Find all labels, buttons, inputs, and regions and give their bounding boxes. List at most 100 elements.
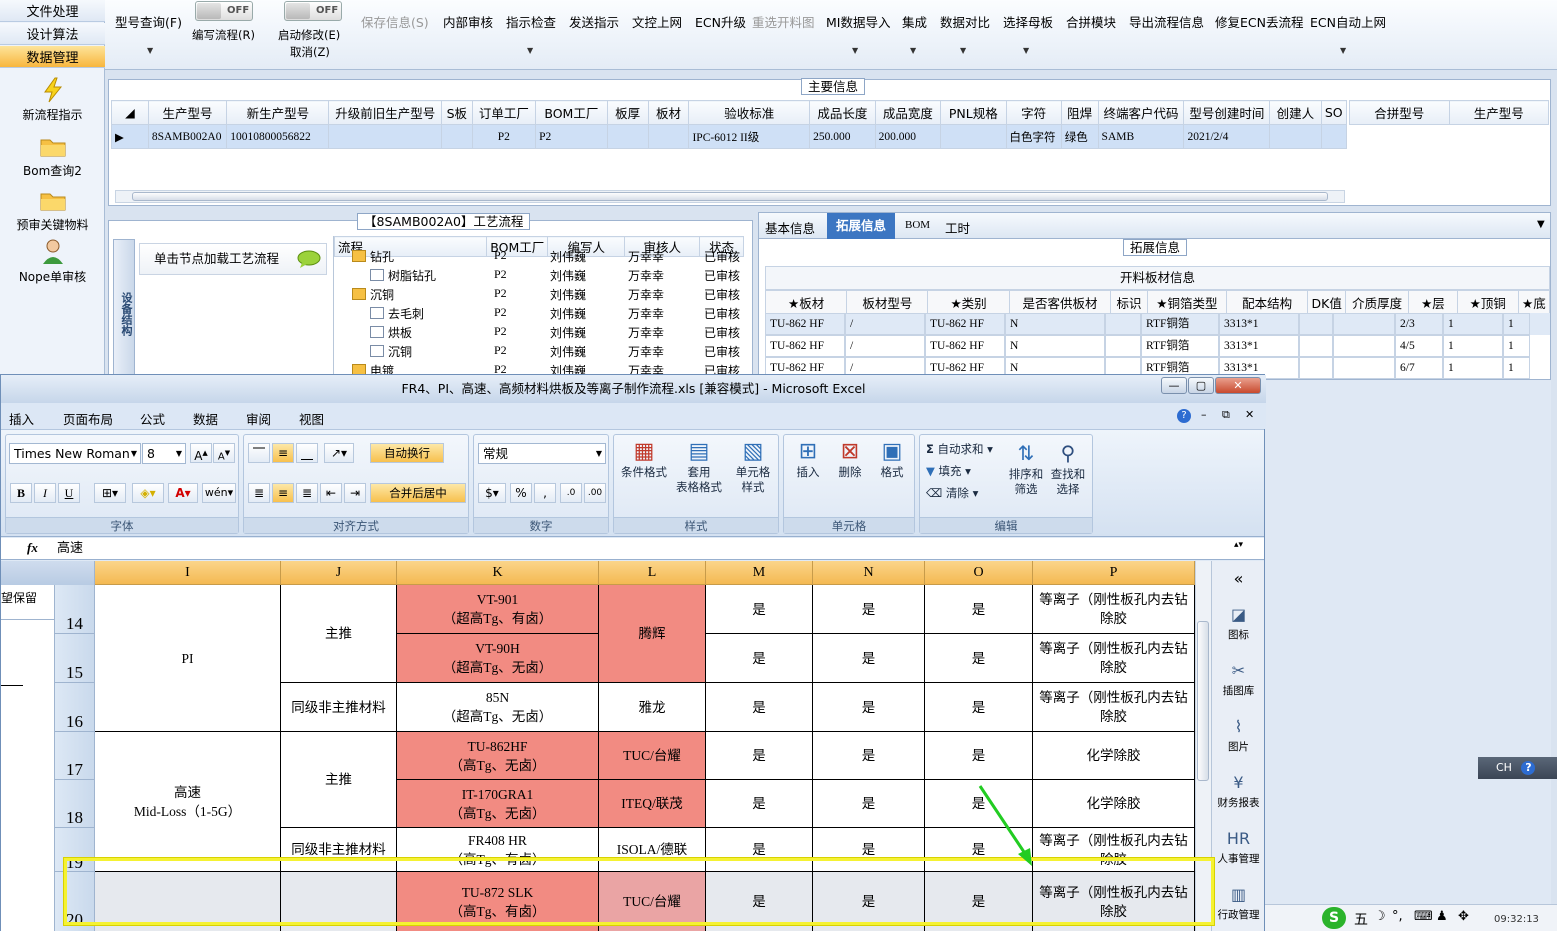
column-header[interactable]: 新生产型号 (226, 100, 330, 125)
table-cell[interactable] (1333, 335, 1395, 357)
table-cell[interactable] (1320, 124, 1347, 149)
column-header[interactable]: ★底 (1517, 290, 1551, 315)
tree-node[interactable]: 树脂钻孔 (370, 267, 436, 284)
column-header[interactable]: ★层 (1408, 290, 1458, 315)
equipment-structure-tab[interactable]: 设备结构 (113, 239, 135, 379)
table-cell[interactable]: TU-862 HF (765, 335, 845, 357)
column-header[interactable]: 型号创建时间 (1183, 100, 1271, 125)
tree-row[interactable]: 去毛刺 P2 刘伟巍 万幸幸 已审核 (334, 303, 744, 322)
keyboard-icon[interactable]: ⌨ (1414, 909, 1433, 924)
sheet-cell[interactable]: 雅龙 (599, 683, 706, 732)
sheet-cell[interactable]: 是 (706, 780, 813, 828)
column-header[interactable]: 标识 (1110, 290, 1148, 315)
sogou-icon[interactable]: S (1322, 907, 1346, 929)
insert-cells-button[interactable]: ⊞ 插入 (788, 439, 828, 480)
column-header[interactable]: N (813, 561, 925, 585)
nav-tab-design[interactable]: 设计算法 (0, 23, 105, 45)
expand-formula-icon[interactable]: ▴▾ (1234, 540, 1243, 550)
row-header[interactable]: 14 (55, 585, 95, 634)
table-row[interactable]: TU-862 HF / TU-862 HF N RTF铜箔 3313*1 4/5 1 1 (765, 335, 1550, 357)
column-header[interactable]: O (925, 561, 1033, 585)
side-item-finance-report[interactable]: ¥ 财务报表 (1212, 773, 1265, 810)
bold-button[interactable]: B (10, 483, 32, 503)
sheet-cell[interactable]: ITEQ/联茂 (599, 780, 706, 828)
ecn-upgrade-button[interactable]: ECN升级 (695, 12, 746, 31)
sheet-cell[interactable]: 腾辉 (599, 585, 706, 683)
start-modify-toggle[interactable]: OFF (284, 1, 342, 21)
ime-bar[interactable]: CH ? (1478, 757, 1557, 779)
table-cell[interactable]: 1 (1503, 357, 1530, 379)
chevron-down-icon[interactable]: ▼ (527, 46, 533, 55)
table-cell[interactable]: TU-862 HF (925, 313, 1005, 335)
help-icon[interactable]: ? (1521, 761, 1536, 775)
table-cell[interactable] (647, 124, 690, 149)
number-format-select[interactable]: 常规 ▼ (478, 443, 606, 464)
sheet-cell[interactable]: 是 (925, 585, 1033, 634)
column-header[interactable]: J (281, 561, 397, 585)
data-compare-button[interactable]: 数据对比 (940, 12, 990, 31)
italic-button[interactable]: I (34, 483, 56, 503)
currency-button[interactable]: $▾ (478, 483, 506, 503)
table-cell[interactable]: RTF铜箔 (1141, 335, 1219, 357)
conditional-format-button[interactable]: ▦ 条件格式 (618, 439, 670, 480)
instruction-check-button[interactable]: 指示检查 (506, 12, 556, 31)
tree-cell[interactable]: 已审核 (704, 248, 744, 265)
table-cell[interactable]: 3313*1 (1219, 313, 1299, 335)
table-cell[interactable] (1333, 313, 1395, 335)
tab-bom[interactable]: BOM (905, 219, 930, 231)
row-header[interactable]: 16 (55, 683, 95, 732)
close-icon[interactable]: ✕ (1245, 408, 1254, 421)
tree-cell[interactable]: 刘伟巍 (550, 343, 624, 360)
table-cell[interactable]: 2/3 (1395, 313, 1443, 335)
tree-cell[interactable]: P2 (494, 267, 546, 282)
tab-basic-info[interactable]: 基本信息 (765, 218, 815, 237)
chevron-down-icon[interactable]: ▼ (852, 46, 858, 55)
row-header[interactable]: 17 (55, 732, 95, 780)
column-header[interactable]: DK值 (1307, 290, 1347, 315)
decrease-decimal-button[interactable]: .00 (584, 483, 606, 503)
tree-row[interactable]: 沉铜 P2 刘伟巍 万幸幸 已审核 (334, 341, 744, 360)
tree-cell[interactable]: 刘伟巍 (550, 305, 624, 322)
column-header[interactable]: 字符 (1005, 100, 1062, 125)
table-cell[interactable]: / (845, 335, 925, 357)
column-header[interactable]: M (706, 561, 813, 585)
table-cell[interactable] (940, 124, 1007, 149)
scrollbar-thumb[interactable] (132, 192, 1328, 201)
chevron-down-icon[interactable]: ▼ (910, 46, 916, 55)
clear-button[interactable]: ⌫ 清除 ▾ (926, 485, 978, 501)
tab-work-hours[interactable]: 工时 (945, 218, 970, 237)
sheet-cell[interactable]: 是 (813, 585, 925, 634)
format-cells-button[interactable]: ▣ 格式 (872, 439, 912, 480)
cancel-label[interactable]: 取消(Z) (290, 44, 330, 60)
column-header[interactable]: K (397, 561, 599, 585)
tree-cell[interactable]: 万幸幸 (628, 248, 700, 265)
column-header[interactable]: 生产型号 (147, 100, 228, 125)
table-cell[interactable]: 1 (1443, 335, 1503, 357)
column-header[interactable]: 合拼型号 (1349, 100, 1450, 125)
column-header[interactable]: 介质厚度 (1345, 290, 1410, 315)
table-cell[interactable]: 6/7 (1395, 357, 1443, 379)
table-cell[interactable] (1333, 357, 1395, 379)
side-item-hr[interactable]: HR 人事管理 (1212, 829, 1265, 866)
sheet-cell[interactable]: 等离子（刚性板孔内去钻除胶 (1033, 634, 1195, 683)
column-header[interactable]: 板材型号 (846, 290, 929, 315)
orientation-button[interactable]: ↗▾ (324, 443, 354, 463)
side-item-chart[interactable]: ⌇ 图片 (1212, 717, 1265, 754)
table-cell[interactable]: / (845, 313, 925, 335)
internal-review-button[interactable]: 内部审核 (443, 12, 493, 31)
tree-cell[interactable]: 万幸幸 (628, 343, 700, 360)
decrease-indent-button[interactable]: ⇤ (320, 483, 342, 503)
table-cell[interactable] (1105, 335, 1141, 357)
tree-cell[interactable]: 万幸幸 (628, 305, 700, 322)
sheet-cell[interactable]: 是 (706, 585, 813, 634)
nav-tab-file[interactable]: 文件处理 (0, 0, 105, 22)
column-header[interactable]: 板材 (647, 100, 690, 125)
table-cell[interactable]: 10010800056822 (226, 124, 330, 149)
tree-cell[interactable]: P2 (494, 248, 546, 263)
font-color-button[interactable]: A▾ (168, 483, 198, 503)
table-cell[interactable] (1299, 357, 1333, 379)
sheet-cell[interactable]: TU-862HF （高Tg、无卤） (397, 732, 599, 780)
column-header[interactable]: ★顶铜 (1456, 290, 1519, 315)
column-header[interactable]: 是否客供板材 (1008, 290, 1112, 315)
nav-tab-data[interactable]: 数据管理 (0, 46, 105, 68)
